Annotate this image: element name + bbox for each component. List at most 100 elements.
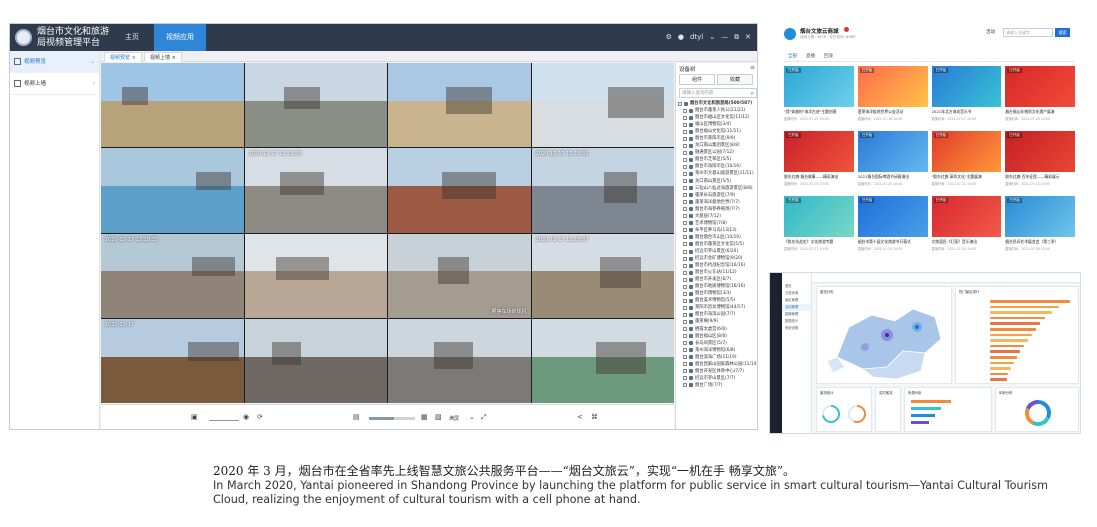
- expand-icon[interactable]: [683, 362, 687, 367]
- expand-icon[interactable]: [683, 263, 687, 268]
- event-thumbnail[interactable]: 已开始: [1005, 131, 1075, 172]
- camera-feed[interactable]: [244, 318, 387, 403]
- nav-video-app[interactable]: 视频应用: [154, 24, 206, 51]
- device-tree-row[interactable]: 烟台市地质博物馆(16/16): [678, 283, 757, 290]
- expand-icon[interactable]: [683, 200, 687, 205]
- maximize-icon[interactable]: ⧉: [734, 24, 739, 51]
- event-card[interactable]: 已开始 烟台市第十届文化旅游节开幕式 直播时间：2021-07-24 10:00: [857, 196, 928, 257]
- event-thumbnail[interactable]: 已开始: [784, 196, 854, 237]
- dashboard-nav-item[interactable]: 活动管理: [782, 304, 811, 311]
- event-card[interactable]: 已开始 烟台民间艺术展览会（第三季） 直播时间：2021-07-26 10:00: [1005, 196, 1075, 257]
- portal-search-input[interactable]: 请输入关键字: [1003, 28, 1053, 37]
- expand-icon[interactable]: [683, 291, 687, 296]
- camera-feed[interactable]: 2020-12-17: [101, 318, 244, 403]
- event-title[interactable]: "胶东红旗·革命文化"主题展演: [932, 174, 1002, 180]
- sidebar-item-video-wall[interactable]: 视频上墙 ›: [10, 73, 99, 95]
- expand-icon[interactable]: [683, 179, 687, 184]
- device-tree-row[interactable]: 烟台市文化和旅游局(500/587): [678, 100, 757, 107]
- nav-home[interactable]: 主页: [110, 24, 154, 51]
- expand-icon[interactable]: [683, 277, 687, 282]
- camera-feed[interactable]: 2020-12-17 12:18:37: [531, 233, 674, 318]
- camera-feed[interactable]: [388, 63, 531, 148]
- settings-icon[interactable]: ⚙: [666, 24, 672, 51]
- device-tree-row[interactable]: 烟台市莱阳市区(9/9): [678, 135, 757, 142]
- expand-icon[interactable]: [683, 235, 687, 240]
- camera-feed[interactable]: [388, 318, 531, 403]
- event-title[interactable]: 胶东红旗·烟台故事——精彩演出: [784, 174, 854, 180]
- camera-feed[interactable]: [101, 148, 244, 233]
- camera-feed[interactable]: 2020-12-17 12:18:36: [244, 148, 387, 233]
- device-tree-row[interactable]: 融通景区公园(7/12): [678, 149, 757, 156]
- device-tree-row[interactable]: 栖霞太虚宫(6/6): [678, 326, 757, 333]
- event-card[interactable]: 已开始 胶东红旗·烟台故事——精彩演出 直播时间：2021-07-19 10:00: [784, 131, 854, 192]
- record-icon[interactable]: ◉: [243, 413, 249, 421]
- device-tree-row[interactable]: 烟台市抗战纪念馆(16/16): [678, 262, 757, 269]
- event-title[interactable]: 烟台民间艺术展览会（第三季）: [1005, 239, 1075, 245]
- camera-feed[interactable]: 照停车场的球机: [388, 233, 531, 318]
- user-icon[interactable]: ●: [678, 24, 684, 51]
- event-title[interactable]: 文旅惠民《灯笼》音乐演出: [932, 239, 1002, 245]
- share-icon[interactable]: <: [577, 413, 583, 421]
- expand-icon[interactable]: [683, 341, 687, 346]
- expand-icon[interactable]: [683, 221, 687, 226]
- device-tree-row[interactable]: 烟台烟台市山区(10/10): [678, 234, 757, 241]
- device-tree-row[interactable]: 烟台市海参养殖场(7/7): [678, 206, 757, 213]
- event-card[interactable]: 已开始 "我"穿越的"海洋古迹"主题创意 直播时间：2021-07-15 10:00: [784, 66, 854, 127]
- device-tree-row[interactable]: 烟台滨海广场(11/19): [678, 354, 757, 361]
- event-card[interactable]: 已开始 2021年北方海岛音乐节 直播时间：2021-07-17 10:00: [931, 66, 1002, 127]
- dashboard-nav-item[interactable]: 直播管理: [782, 311, 811, 318]
- expand-icon[interactable]: [683, 383, 687, 388]
- device-tree-row[interactable]: 招远市罗山景区(7/7): [678, 375, 757, 382]
- event-thumbnail[interactable]: 已开始: [784, 131, 854, 172]
- device-tree-row[interactable]: 蓬莱长岛旅游区(7/9): [678, 192, 757, 199]
- event-title[interactable]: 烟台市第十届文化旅游节开幕式: [858, 239, 928, 245]
- user-name[interactable]: dtyl: [690, 24, 703, 51]
- event-thumbnail[interactable]: 已开始: [931, 131, 1002, 172]
- event-thumbnail[interactable]: 已开始: [857, 131, 928, 172]
- tab-components[interactable]: 组件: [679, 74, 715, 85]
- device-search-input[interactable]: 请输入查询内容 ⌕: [679, 88, 757, 98]
- device-tree-row[interactable]: 烟台市火车站(11/12): [678, 269, 757, 276]
- event-card[interactable]: 已开始 《胶东抗战史》文化旅游专题 直播时间：2021-07-23 10:00: [784, 196, 854, 257]
- device-tree-row[interactable]: 蓬莱海洋极地世界(7/7): [678, 199, 757, 206]
- expand-icon[interactable]: [683, 186, 687, 191]
- expand-icon[interactable]: [683, 157, 687, 162]
- expand-icon[interactable]: [683, 136, 687, 141]
- device-tree-row[interactable]: 烟台市海滨公园(7/7): [678, 311, 757, 318]
- expand-icon[interactable]: [683, 115, 687, 120]
- event-thumbnail[interactable]: 已开始: [931, 196, 1002, 237]
- event-title[interactable]: "我"穿越的"海洋古迹"主题创意: [784, 109, 854, 115]
- device-tree-row[interactable]: 烟台福山区(8/8): [678, 333, 757, 340]
- expand-icon[interactable]: [683, 164, 687, 169]
- expand-icon[interactable]: [683, 256, 687, 261]
- expand-icon[interactable]: [683, 249, 687, 254]
- camera-feed[interactable]: 2020-12-17 12:18:35: [101, 233, 244, 318]
- dashboard-nav-item[interactable]: 数据统计: [782, 318, 811, 325]
- search-button[interactable]: 搜索: [1055, 28, 1070, 37]
- device-tree-row[interactable]: 福山区博物馆(3/4): [678, 121, 757, 128]
- grid-layout-icon[interactable]: ▦: [421, 413, 428, 421]
- expand-icon[interactable]: [683, 312, 687, 317]
- expand-icon[interactable]: [683, 228, 687, 233]
- tab-replay[interactable]: 回放: [824, 53, 833, 59]
- camera-feed[interactable]: [388, 148, 531, 233]
- expand-icon[interactable]: [683, 143, 687, 148]
- expand-icon[interactable]: [683, 355, 687, 360]
- volume-slider[interactable]: [369, 417, 415, 420]
- camera-feed[interactable]: [531, 318, 674, 403]
- dashboard-nav-item[interactable]: 系统设置: [782, 325, 811, 332]
- expand-icon[interactable]: [683, 284, 687, 289]
- fullscreen-icon[interactable]: ⤢: [481, 413, 487, 422]
- device-tree-row[interactable]: 三仙山八仙过海旅游景区(8/8): [678, 185, 757, 192]
- event-thumbnail[interactable]: 已开始: [784, 66, 854, 107]
- tree-icon[interactable]: ⌘: [591, 413, 598, 421]
- event-title[interactable]: 2021年北方海岛音乐节: [932, 109, 1002, 115]
- expand-icon[interactable]: [683, 129, 687, 134]
- device-tree-row[interactable]: 牟平区养马岛(13/13): [678, 227, 757, 234]
- expand-icon[interactable]: [683, 171, 687, 176]
- display-mode[interactable]: 满屏: [449, 415, 459, 422]
- chevron-down-icon[interactable]: ⌄: [469, 413, 475, 421]
- event-card[interactable]: 已开始 胶东红旗·百年征程——精彩展示 直播时间：2021-07-22 10:00: [1005, 131, 1075, 192]
- camera-feed[interactable]: 2020-12-17 12:18:36: [531, 148, 674, 233]
- event-title[interactable]: 《胶东抗战史》文化旅游专题: [784, 239, 854, 245]
